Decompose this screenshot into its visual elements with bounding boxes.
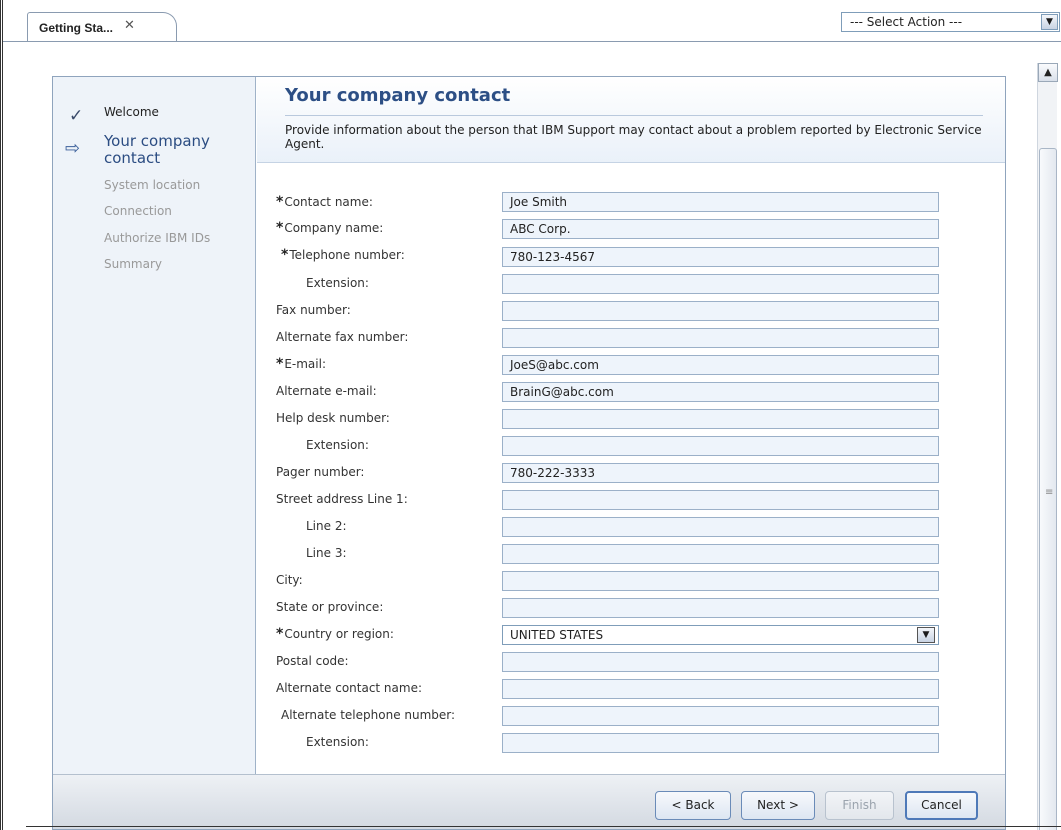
nav-step-company-contact[interactable]: Your company contact [104, 133, 244, 167]
fax-number-field[interactable] [502, 301, 939, 321]
tab-bar: Getting Sta... ✕ --- Select Action --- ▼ [3, 0, 1061, 42]
help-desk-extension-field[interactable] [502, 436, 939, 456]
label-alternate-contact-name: Alternate contact name: [276, 681, 423, 695]
street-address-line-1-field[interactable] [502, 490, 939, 510]
street-address-line-3-field[interactable] [502, 544, 939, 564]
alternate-contact-name-field[interactable] [502, 679, 939, 699]
alternate-email-field[interactable]: BrainG@abc.com [502, 382, 939, 402]
field-label: Telephone number: [289, 248, 405, 262]
window-border-left-inner [2, 0, 3, 830]
grip-icon: ≡ [1045, 487, 1054, 498]
required-marker: * [276, 194, 284, 210]
vertical-scrollbar[interactable]: ▲ ≡ [1037, 63, 1058, 830]
tab-bar-divider [3, 41, 1061, 42]
label-alternate-fax-number: Alternate fax number: [276, 330, 409, 344]
contact-form: *Contact name: Joe Smith *Company name: … [257, 164, 1005, 774]
arrow-right-icon: ⇨ [65, 138, 81, 159]
contact-name-field[interactable]: Joe Smith [502, 192, 939, 212]
label-help-desk-number: Help desk number: [276, 411, 390, 425]
label-extension: Extension: [306, 276, 369, 290]
alternate-telephone-extension-field[interactable] [502, 733, 939, 753]
country-or-region-value: UNITED STATES [510, 628, 604, 642]
country-or-region-select[interactable]: UNITED STATES ▼ [502, 625, 939, 645]
label-extension: Extension: [306, 735, 369, 749]
field-label: Country or region: [284, 627, 394, 641]
telephone-number-field[interactable]: 780-123-4567 [502, 247, 939, 267]
checkmark-icon: ✓ [69, 106, 84, 126]
chevron-down-icon[interactable]: ▼ [917, 627, 935, 643]
label-line-2: Line 2: [306, 519, 347, 533]
nav-step-system-location: System location [104, 178, 201, 192]
nav-step-authorize-ibm-ids: Authorize IBM IDs [104, 231, 211, 245]
label-postal-code: Postal code: [276, 654, 349, 668]
next-button[interactable]: Next > [741, 791, 815, 820]
pager-number-field[interactable]: 780-222-3333 [502, 463, 939, 483]
wizard-panel: ✓ Welcome ⇨ Your company contact System … [52, 76, 1006, 830]
select-action-dropdown[interactable]: --- Select Action --- ▼ [841, 12, 1060, 32]
required-marker: * [276, 626, 284, 642]
help-desk-number-field[interactable] [502, 409, 939, 429]
field-label: Contact name: [284, 195, 373, 209]
required-marker: * [276, 356, 284, 372]
alternate-fax-number-field[interactable] [502, 328, 939, 348]
field-label: Company name: [284, 221, 384, 235]
label-company-name: *Company name: [276, 220, 383, 236]
tab-getting-started[interactable]: Getting Sta... ✕ [27, 12, 177, 42]
label-alternate-telephone-number: Alternate telephone number: [281, 708, 456, 722]
label-line-3: Line 3: [306, 546, 347, 560]
required-marker: * [281, 247, 289, 263]
city-field[interactable] [502, 571, 939, 591]
label-country-or-region: *Country or region: [276, 626, 394, 642]
telephone-extension-field[interactable] [502, 274, 939, 294]
label-extension: Extension: [306, 438, 369, 452]
page-description: Provide information about the person tha… [285, 123, 982, 151]
scrollbar-thumb[interactable]: ≡ [1039, 148, 1057, 830]
postal-code-field[interactable] [502, 652, 939, 672]
window-border-left [0, 0, 1, 830]
label-email: *E-mail: [276, 356, 326, 372]
select-action-value: --- Select Action --- [850, 15, 963, 29]
label-alternate-email: Alternate e-mail: [276, 384, 377, 398]
tab-label: Getting Sta... [39, 21, 114, 35]
wizard-footer: < Back Next > Finish Cancel [53, 774, 1005, 829]
street-address-line-2-field[interactable] [502, 517, 939, 537]
label-state-or-province: State or province: [276, 600, 384, 614]
close-icon[interactable]: ✕ [124, 18, 135, 33]
finish-button[interactable]: Finish [825, 791, 894, 820]
nav-step-connection: Connection [104, 204, 172, 218]
required-marker: * [276, 220, 284, 236]
scroll-up-icon[interactable]: ▲ [1038, 63, 1058, 82]
label-pager-number: Pager number: [276, 465, 365, 479]
window-border-bottom [26, 826, 1061, 827]
cancel-button[interactable]: Cancel [905, 791, 978, 820]
label-city: City: [276, 573, 303, 587]
label-street-address-line-1: Street address Line 1: [276, 492, 408, 506]
alternate-telephone-number-field[interactable] [502, 706, 939, 726]
title-divider [285, 115, 983, 116]
label-contact-name: *Contact name: [276, 194, 373, 210]
company-name-field[interactable]: ABC Corp. [502, 219, 939, 239]
label-fax-number: Fax number: [276, 303, 351, 317]
wizard-header: Your company contact Provide information… [257, 77, 1005, 163]
back-button[interactable]: < Back [655, 791, 731, 820]
page-title: Your company contact [285, 85, 511, 106]
state-or-province-field[interactable] [502, 598, 939, 618]
label-telephone-number: *Telephone number: [281, 247, 405, 263]
nav-step-summary: Summary [104, 257, 162, 271]
chevron-down-icon[interactable]: ▼ [1041, 14, 1058, 30]
wizard-step-nav: ✓ Welcome ⇨ Your company contact System … [53, 77, 256, 774]
field-label: E-mail: [284, 357, 326, 371]
nav-step-welcome[interactable]: Welcome [104, 105, 159, 119]
email-field[interactable]: JoeS@abc.com [502, 355, 939, 375]
